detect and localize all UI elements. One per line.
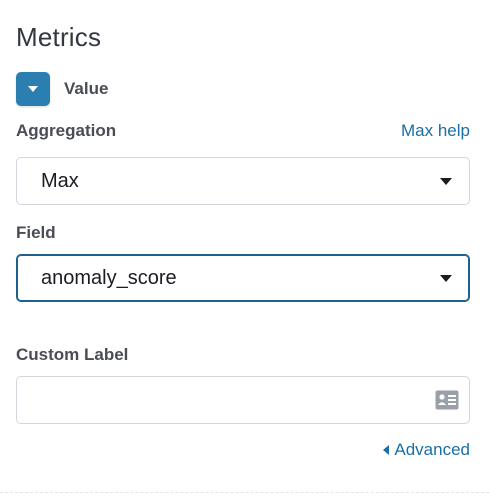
aggregation-help-link[interactable]: Max help (401, 121, 470, 141)
field-select[interactable]: anomaly_score (16, 254, 470, 302)
metric-title: Value (64, 79, 109, 98)
aggregation-select[interactable]: Max (16, 157, 470, 205)
caret-down-icon (28, 86, 38, 92)
metric-toggle-row: Value (16, 72, 108, 106)
aggregation-selected-value: Max (41, 169, 79, 192)
field-selected-value: anomaly_score (41, 266, 177, 289)
custom-label-input[interactable] (29, 377, 433, 423)
aggregation-label: Aggregation (16, 121, 117, 140)
contact-card-icon (435, 390, 459, 410)
field-label: Field (16, 223, 56, 242)
advanced-toggle-link[interactable]: Advanced (383, 440, 470, 460)
chevron-down-icon (440, 177, 452, 185)
custom-label-field (16, 376, 470, 424)
section-title: Metrics (16, 22, 102, 52)
collapse-toggle-button[interactable] (16, 72, 50, 106)
metrics-panel: Metrics Value Aggregation Max help Max F… (0, 0, 489, 497)
chevron-down-icon (440, 274, 452, 282)
section-divider (0, 492, 489, 494)
custom-label-label: Custom Label (16, 345, 129, 364)
advanced-link-label: Advanced (394, 440, 470, 459)
caret-left-icon (383, 445, 390, 455)
